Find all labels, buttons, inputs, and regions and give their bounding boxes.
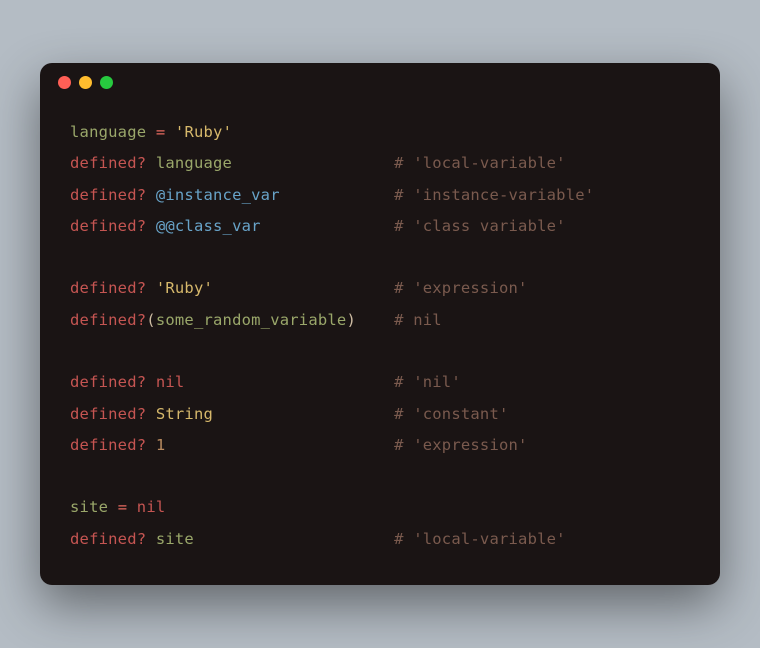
code-comment: # 'local-variable'	[394, 148, 566, 179]
token-plain	[146, 123, 156, 141]
code-line: defined? 'Ruby' # 'expression'	[70, 273, 690, 304]
token-key: defined?	[70, 279, 146, 297]
code-line: defined? nil # 'nil'	[70, 367, 690, 398]
terminal-window: language = 'Ruby'defined? language # 'lo…	[40, 63, 720, 585]
token-plain	[146, 279, 156, 297]
code-line	[70, 461, 690, 492]
code-comment: # nil	[394, 305, 442, 336]
token-plain	[127, 498, 137, 516]
token-plain	[108, 498, 118, 516]
code-line: language = 'Ruby'	[70, 117, 690, 148]
code-line	[70, 242, 690, 273]
token-op: =	[156, 123, 166, 141]
code-line: defined? language # 'local-variable'	[70, 148, 690, 179]
token-var: site	[156, 530, 194, 548]
code-comment: # 'instance-variable'	[394, 180, 594, 211]
token-plain: (	[146, 311, 156, 329]
token-var: language	[156, 154, 232, 172]
token-plain	[146, 154, 156, 172]
code-comment: # 'constant'	[394, 399, 508, 430]
token-plain	[146, 186, 156, 204]
token-plain: )	[346, 311, 356, 329]
token-key: defined?	[70, 186, 146, 204]
code-comment: # 'class variable'	[394, 211, 566, 242]
token-plain	[146, 405, 156, 423]
code-line: site = nil	[70, 492, 690, 523]
token-str: 'Ruby'	[175, 123, 232, 141]
code-line: defined? @instance_var # 'instance-varia…	[70, 180, 690, 211]
code-comment: # 'expression'	[394, 430, 527, 461]
token-var: some_random_variable	[156, 311, 347, 329]
code-line: defined? site # 'local-variable'	[70, 524, 690, 555]
token-key: defined?	[70, 311, 146, 329]
code-comment: # 'nil'	[394, 367, 461, 398]
token-num: 1	[156, 436, 166, 454]
token-plain	[146, 217, 156, 235]
titlebar	[40, 63, 720, 103]
token-plain	[146, 530, 156, 548]
token-plain	[146, 373, 156, 391]
token-op: =	[118, 498, 128, 516]
zoom-icon[interactable]	[100, 76, 113, 89]
minimize-icon[interactable]	[79, 76, 92, 89]
token-key: defined?	[70, 154, 146, 172]
code-comment: # 'expression'	[394, 273, 527, 304]
code-line: defined? 1 # 'expression'	[70, 430, 690, 461]
token-key: defined?	[70, 530, 146, 548]
code-line: defined?(some_random_variable) # nil	[70, 305, 690, 336]
token-const: String	[156, 405, 213, 423]
token-key: defined?	[70, 373, 146, 391]
token-var: site	[70, 498, 108, 516]
token-plain	[146, 436, 156, 454]
token-key: nil	[156, 373, 185, 391]
code-line: defined? String # 'constant'	[70, 399, 690, 430]
token-var: language	[70, 123, 146, 141]
code-comment: # 'local-variable'	[394, 524, 566, 555]
close-icon[interactable]	[58, 76, 71, 89]
token-key: defined?	[70, 217, 146, 235]
token-ivar: @@class_var	[156, 217, 261, 235]
code-line: defined? @@class_var # 'class variable'	[70, 211, 690, 242]
token-key: nil	[137, 498, 166, 516]
token-key: defined?	[70, 405, 146, 423]
token-key: defined?	[70, 436, 146, 454]
code-block: language = 'Ruby'defined? language # 'lo…	[40, 103, 720, 585]
code-line	[70, 336, 690, 367]
token-plain	[165, 123, 175, 141]
token-ivar: @instance_var	[156, 186, 280, 204]
token-str: 'Ruby'	[156, 279, 213, 297]
